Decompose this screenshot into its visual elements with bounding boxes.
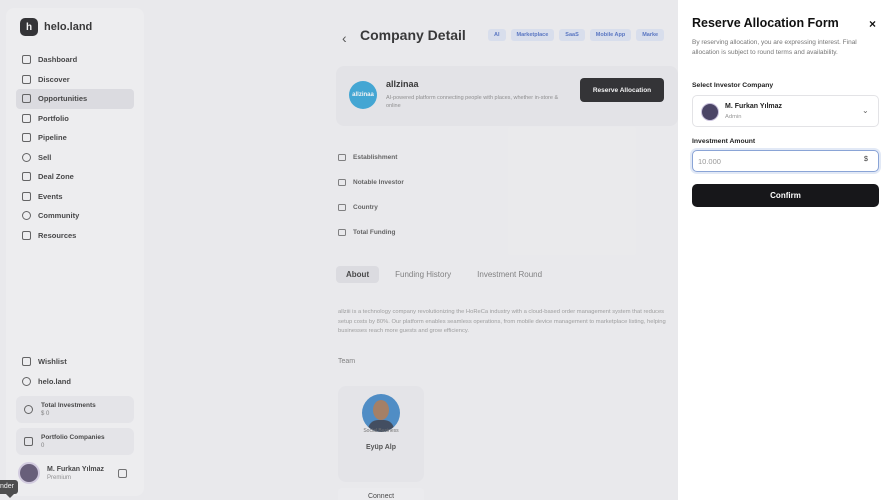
modal-backdrop[interactable] <box>0 0 678 500</box>
avatar <box>701 103 719 121</box>
confirm-button[interactable]: Confirm <box>692 184 879 207</box>
investment-amount-field: $ <box>692 150 879 172</box>
close-icon[interactable]: × <box>869 17 876 31</box>
reserve-allocation-panel: Reserve Allocation Form × By reserving a… <box>678 0 893 500</box>
investor-name: M. Furkan Yılmaz <box>725 103 783 110</box>
panel-title: Reserve Allocation Form <box>692 16 839 30</box>
panel-description: By reserving allocation, you are express… <box>692 39 857 56</box>
investment-amount-label: Investment Amount <box>692 138 756 145</box>
chevron-down-icon: ⌄ <box>862 106 869 115</box>
app-root: h helo.land Dashboard Discover Opportuni… <box>0 0 893 500</box>
investor-company-label: Select Investor Company <box>692 82 774 89</box>
investor-role: Admin <box>725 114 742 120</box>
investment-amount-input[interactable] <box>698 154 848 168</box>
investor-company-select[interactable]: M. Furkan Yılmaz Admin ⌄ <box>692 95 879 127</box>
currency-symbol: $ <box>864 156 868 163</box>
